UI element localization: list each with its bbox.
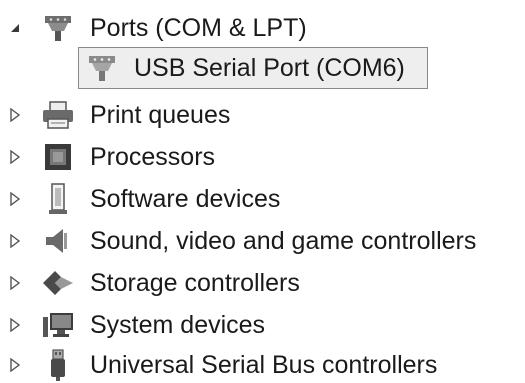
usb-plug-icon bbox=[40, 347, 76, 383]
collapsed-arrow-icon[interactable] bbox=[6, 148, 24, 166]
tree-item-label: Sound, video and game controllers bbox=[90, 227, 477, 255]
monitor-icon bbox=[40, 307, 76, 343]
collapsed-arrow-icon[interactable] bbox=[6, 274, 24, 292]
tree-item-label: Storage controllers bbox=[90, 269, 300, 297]
tree-item-usb-controllers[interactable]: Universal Serial Bus controllers bbox=[0, 345, 525, 383]
collapsed-arrow-icon[interactable] bbox=[6, 232, 24, 250]
tree-item-label: Software devices bbox=[90, 185, 281, 213]
collapsed-arrow-icon[interactable] bbox=[6, 356, 24, 374]
tree-item-label: Universal Serial Bus controllers bbox=[90, 351, 438, 379]
collapsed-arrow-icon[interactable] bbox=[6, 316, 24, 334]
speaker-icon bbox=[40, 223, 76, 259]
tree-item-print-queues[interactable]: Print queues bbox=[0, 95, 525, 135]
device-manager-tree: Ports (COM & LPT) USB Serial Port (COM6) bbox=[0, 0, 525, 383]
port-connector-icon bbox=[84, 50, 120, 86]
tree-item-software-devices[interactable]: Software devices bbox=[0, 179, 525, 219]
tree-item-label: USB Serial Port (COM6) bbox=[134, 54, 405, 82]
tree-item-sound-video-game-controllers[interactable]: Sound, video and game controllers bbox=[0, 221, 525, 261]
collapsed-arrow-icon[interactable] bbox=[6, 190, 24, 208]
tree-item-system-devices[interactable]: System devices bbox=[0, 305, 525, 345]
software-device-icon bbox=[40, 181, 76, 217]
expanded-arrow-icon[interactable] bbox=[6, 19, 24, 37]
tree-item-label: Print queues bbox=[90, 101, 231, 129]
tree-item-usb-serial-port[interactable]: USB Serial Port (COM6) bbox=[0, 48, 430, 88]
printer-icon bbox=[40, 97, 76, 133]
tree-item-label: Ports (COM & LPT) bbox=[90, 14, 307, 42]
collapsed-arrow-icon[interactable] bbox=[6, 106, 24, 124]
tree-item-ports[interactable]: Ports (COM & LPT) bbox=[0, 8, 525, 48]
tree-item-processors[interactable]: Processors bbox=[0, 137, 525, 177]
storage-controller-icon bbox=[40, 265, 76, 301]
port-connector-icon bbox=[40, 10, 76, 46]
tree-item-label: System devices bbox=[90, 311, 266, 339]
processor-chip-icon bbox=[40, 139, 76, 175]
tree-item-label: Processors bbox=[90, 143, 216, 171]
tree-item-storage-controllers[interactable]: Storage controllers bbox=[0, 263, 525, 303]
